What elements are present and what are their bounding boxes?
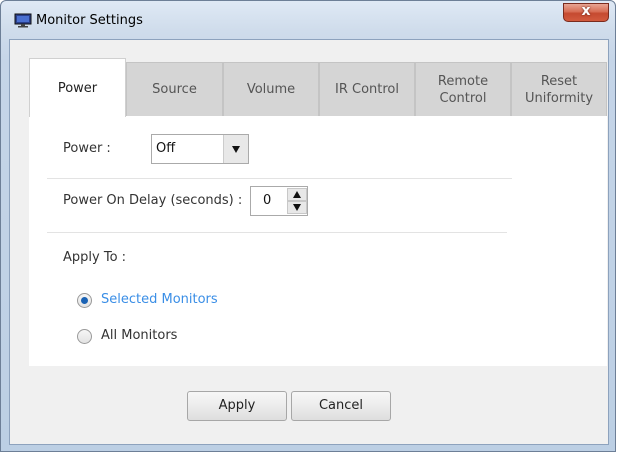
tab-label: Remote Control <box>437 73 489 106</box>
radio-label: Selected Monitors <box>101 292 218 307</box>
title-bar: Monitor Settings x <box>1 1 615 39</box>
power-tab-panel: Power : Off Power On Delay (seconds) : 0… <box>29 116 607 366</box>
divider <box>47 232 507 233</box>
close-icon: x <box>581 3 591 19</box>
spin-up-icon[interactable] <box>287 188 307 201</box>
power-select-value: Off <box>156 141 176 156</box>
tab-label: Source <box>152 82 197 97</box>
tab-label: Reset Uniformity <box>524 73 594 106</box>
apply-to-label: Apply To : <box>63 250 127 265</box>
monitor-settings-window: Monitor Settings x Power Source Volume I… <box>0 0 616 452</box>
radio-button-checked[interactable] <box>77 293 92 308</box>
tab-label: Volume <box>246 82 296 97</box>
monitor-icon <box>14 13 32 28</box>
power-select[interactable]: Off <box>151 134 249 164</box>
dropdown-arrow-icon[interactable] <box>223 135 248 163</box>
radio-label: All Monitors <box>101 328 178 343</box>
apply-button[interactable]: Apply <box>187 391 287 421</box>
power-on-delay-stepper[interactable]: 0 <box>250 186 308 216</box>
tab-label: IR Control <box>335 82 399 97</box>
dialog-client-area: Power Source Volume IR Control Remote Co… <box>9 39 609 445</box>
close-button[interactable]: x <box>563 3 609 22</box>
tab-ir-control[interactable]: IR Control <box>319 62 415 116</box>
tab-remote-control[interactable]: Remote Control <box>415 62 511 116</box>
tab-strip: Power Source Volume IR Control Remote Co… <box>29 58 607 117</box>
spin-down-icon[interactable] <box>287 201 307 214</box>
tab-label: Power <box>57 80 98 96</box>
tab-source[interactable]: Source <box>126 62 223 116</box>
power-on-delay-value[interactable]: 0 <box>263 193 271 208</box>
cancel-button[interactable]: Cancel <box>291 391 391 421</box>
power-on-delay-label: Power On Delay (seconds) : <box>63 193 243 208</box>
divider <box>47 178 512 179</box>
power-label: Power : <box>63 141 111 156</box>
tab-power[interactable]: Power <box>29 58 126 117</box>
window-title: Monitor Settings <box>36 13 143 28</box>
tab-volume[interactable]: Volume <box>223 62 319 116</box>
radio-button[interactable] <box>77 329 92 344</box>
tab-reset-uniformity[interactable]: Reset Uniformity <box>511 62 607 116</box>
